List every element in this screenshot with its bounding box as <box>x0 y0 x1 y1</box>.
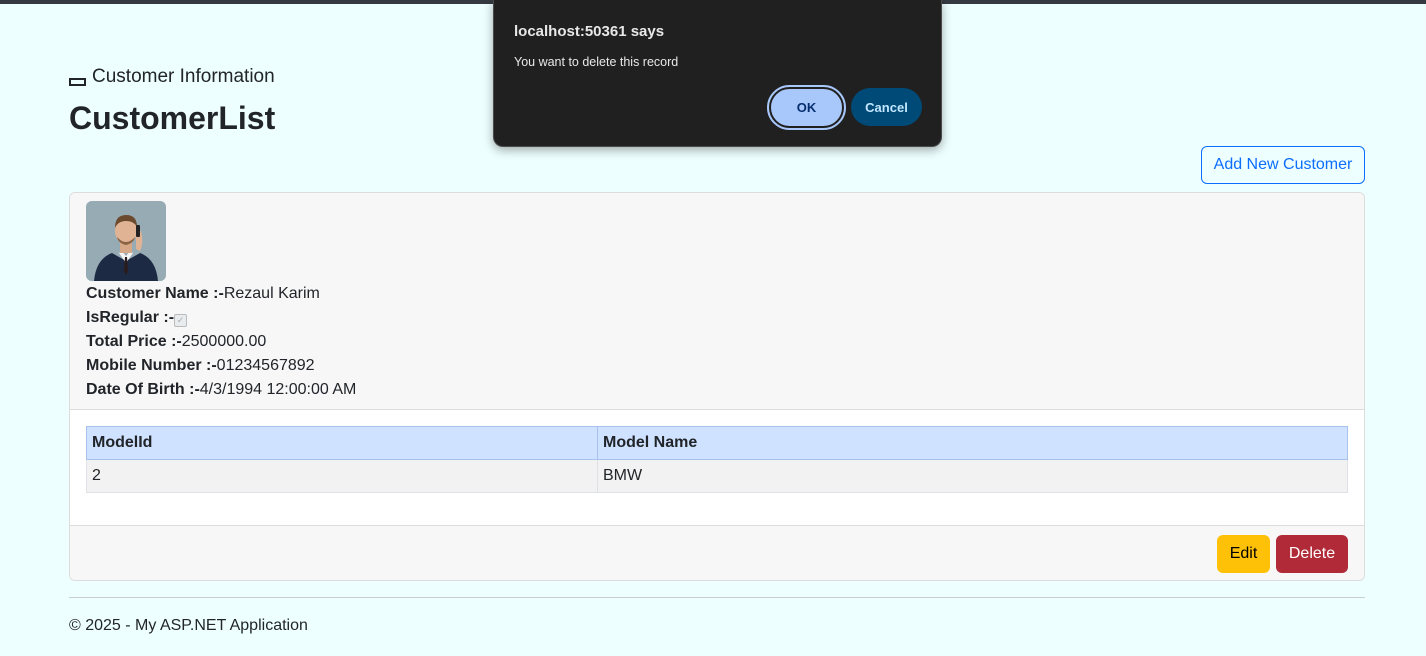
brand-label: Customer Information <box>92 66 275 87</box>
is-regular-line: IsRegular :- ✓ <box>86 308 188 328</box>
page-title: CustomerList <box>69 100 276 136</box>
customer-name-line: Customer Name :-Rezaul Karim <box>86 284 320 304</box>
navbar-brand[interactable]: Customer Information <box>69 66 275 88</box>
total-price-line: Total Price :-2500000.00 <box>86 332 266 352</box>
customer-photo <box>86 201 166 281</box>
cell-model-name: BMW <box>597 459 1348 493</box>
table-header-row: ModelId Model Name <box>86 426 1348 460</box>
column-header-model-id: ModelId <box>86 426 598 460</box>
dialog-cancel-button[interactable]: Cancel <box>851 88 922 126</box>
customer-card-footer: Edit Delete <box>70 525 1364 580</box>
date-of-birth-label: Date Of Birth :- <box>86 381 200 398</box>
is-regular-checkbox: ✓ <box>174 314 188 327</box>
confirm-dialog: localhost:50361 says You want to delete … <box>493 0 942 147</box>
mobile-number-value: 01234567892 <box>216 357 315 374</box>
delete-button[interactable]: Delete <box>1276 535 1348 573</box>
customer-name-value: Rezaul Karim <box>223 285 320 302</box>
mobile-number-label: Mobile Number :- <box>86 357 217 374</box>
models-table: ModelId Model Name 2 BMW <box>86 426 1348 493</box>
dialog-ok-button[interactable]: OK <box>767 85 846 130</box>
total-price-label: Total Price :- <box>86 333 182 350</box>
is-regular-label: IsRegular :- <box>86 309 175 326</box>
customer-name-label: Customer Name :- <box>86 285 224 302</box>
cell-model-id: 2 <box>86 459 598 493</box>
footer-copyright: © 2025 - My ASP.NET Application <box>69 617 308 634</box>
customer-card-header: Customer Name :-Rezaul Karim IsRegular :… <box>70 193 1364 410</box>
customer-card: Customer Name :-Rezaul Karim IsRegular :… <box>69 192 1365 581</box>
broken-image-icon <box>69 78 86 86</box>
add-new-customer-button[interactable]: Add New Customer <box>1201 146 1365 184</box>
dialog-message: You want to delete this record <box>514 55 679 69</box>
dialog-title: localhost:50361 says <box>514 23 665 40</box>
total-price-value: 2500000.00 <box>181 333 267 350</box>
mobile-number-line: Mobile Number :-01234567892 <box>86 356 315 376</box>
table-row: 2 BMW <box>86 459 1348 493</box>
footer-divider <box>69 597 1365 598</box>
column-header-model-name: Model Name <box>597 426 1348 460</box>
edit-button[interactable]: Edit <box>1217 535 1270 573</box>
date-of-birth-value: 4/3/1994 12:00:00 AM <box>199 381 357 398</box>
date-of-birth-line: Date Of Birth :-4/3/1994 12:00:00 AM <box>86 380 356 400</box>
